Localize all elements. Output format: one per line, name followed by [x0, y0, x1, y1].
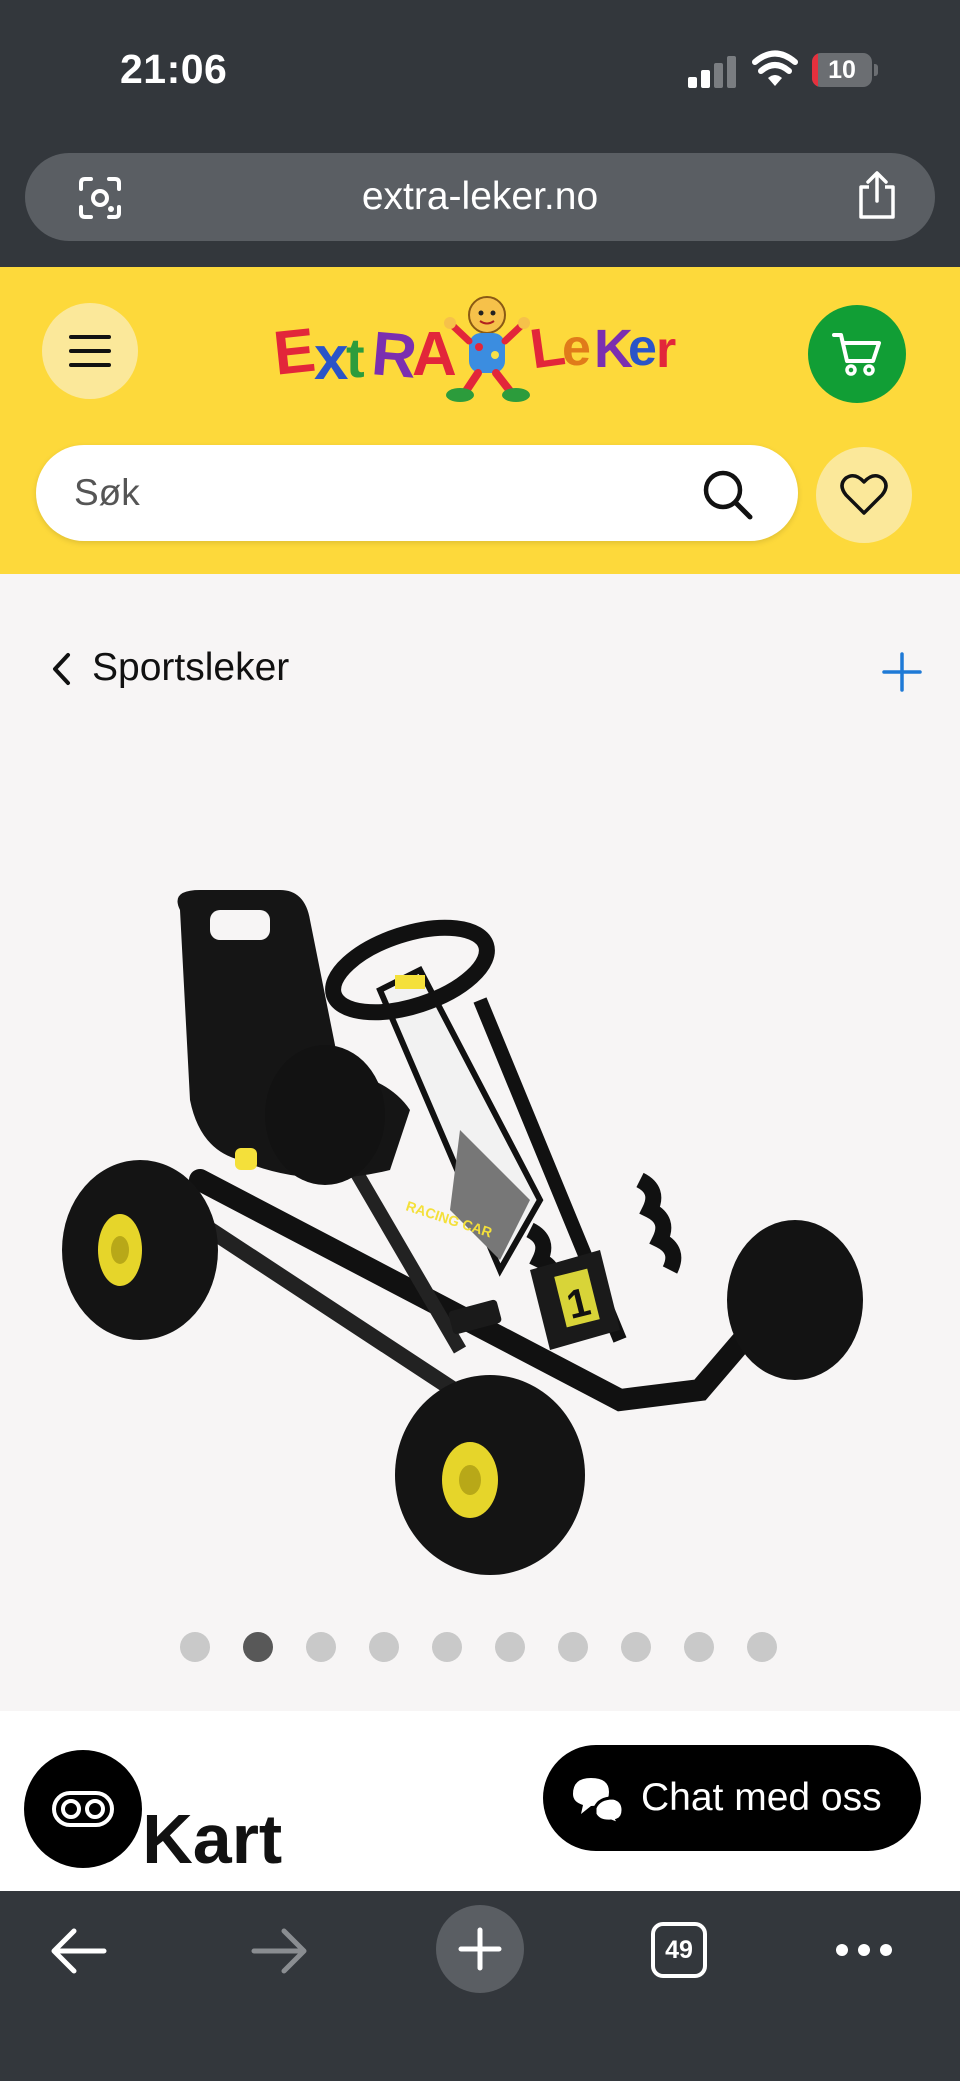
heart-icon	[840, 474, 888, 515]
carousel-dot[interactable]	[432, 1632, 462, 1662]
chat-bubbles-icon	[573, 1778, 625, 1824]
carousel-dot[interactable]	[621, 1632, 651, 1662]
carousel-dot[interactable]	[243, 1632, 273, 1662]
url-text[interactable]: extra-leker.no	[25, 153, 935, 241]
carousel-dot[interactable]	[558, 1632, 588, 1662]
svg-text:x: x	[314, 324, 349, 393]
carousel-dot[interactable]	[747, 1632, 777, 1662]
plus-icon	[458, 1927, 502, 1971]
battery-level: 10	[828, 56, 856, 84]
browser-top-chrome: 21:06 10 extra-leker.no	[0, 0, 960, 267]
hamburger-menu-icon	[69, 335, 111, 367]
browser-toolbar: 49	[0, 1891, 960, 2081]
front-left-wheel	[395, 1375, 585, 1575]
menu-button[interactable]	[42, 303, 138, 399]
plus-icon[interactable]	[880, 650, 924, 694]
rear-left-wheel	[62, 1160, 218, 1340]
breadcrumb-label[interactable]: Sportsleker	[92, 646, 289, 690]
tabs-button[interactable]: 49	[650, 1921, 708, 1979]
carousel-dot[interactable]	[369, 1632, 399, 1662]
svg-text:E: E	[272, 316, 319, 389]
front-right-wheel	[727, 1220, 863, 1380]
tabs-count: 49	[665, 1936, 693, 1964]
search-bar[interactable]	[36, 445, 798, 541]
carousel-dot[interactable]	[180, 1632, 210, 1662]
battery-indicator: 10	[812, 53, 878, 87]
rear-right-wheel	[265, 1045, 385, 1185]
svg-text:t: t	[346, 326, 365, 389]
status-time: 21:06	[120, 46, 228, 92]
accessibility-button[interactable]	[24, 1750, 142, 1868]
arrow-right-icon[interactable]	[250, 1925, 310, 1977]
cart-button[interactable]	[808, 305, 906, 403]
share-icon[interactable]	[855, 171, 899, 221]
svg-text:e: e	[562, 319, 591, 377]
chevron-left-icon[interactable]	[50, 652, 74, 686]
chat-label[interactable]: Chat med oss	[641, 1745, 882, 1851]
svg-text:e: e	[628, 319, 657, 377]
svg-text:r: r	[656, 321, 676, 379]
new-tab-button[interactable]	[436, 1905, 524, 1993]
wishlist-button[interactable]	[816, 447, 912, 543]
carousel-dots	[180, 1632, 780, 1662]
site-logo[interactable]: E x t R A L e K e r	[272, 295, 682, 405]
svg-text:A: A	[412, 320, 457, 389]
product-image[interactable]: RACING CAR 1	[60, 880, 870, 1580]
search-input[interactable]	[74, 445, 674, 541]
cellular-signal-icon	[688, 56, 736, 88]
carousel-dot[interactable]	[684, 1632, 714, 1662]
address-bar[interactable]: extra-leker.no	[25, 153, 935, 241]
wifi-icon	[752, 50, 798, 86]
chat-button[interactable]: Chat med oss	[543, 1745, 921, 1851]
arrow-left-icon[interactable]	[48, 1925, 108, 1977]
search-icon[interactable]	[700, 467, 754, 521]
toggle-icon	[52, 1791, 114, 1827]
site-header: E x t R A L e K e r	[0, 267, 960, 574]
carousel-dot[interactable]	[306, 1632, 336, 1662]
carousel-dot[interactable]	[495, 1632, 525, 1662]
cart-icon	[832, 333, 881, 376]
more-icon[interactable]	[834, 1935, 894, 1965]
